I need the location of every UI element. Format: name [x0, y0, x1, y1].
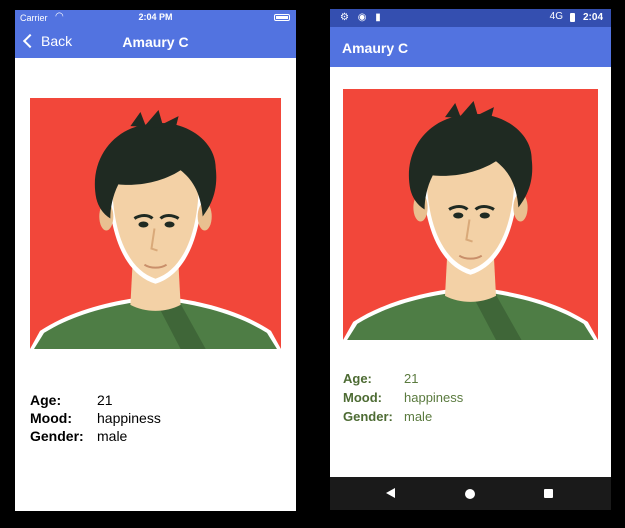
mood-row: Mood: happiness	[30, 409, 161, 427]
age-label: Age:	[30, 392, 62, 408]
ios-status-bar: Carrier ◠ 2:04 PM	[15, 10, 296, 26]
battery-icon	[274, 14, 290, 21]
mood-value: happiness	[97, 410, 161, 426]
android-app-bar: Amaury C	[330, 27, 611, 67]
page-title: Amaury C	[342, 40, 409, 56]
gender-row: Gender: male	[343, 407, 463, 426]
age-label: Age:	[343, 371, 372, 386]
home-icon[interactable]	[450, 477, 490, 510]
person-details: Age: 21 Mood: happiness Gender: male	[30, 391, 161, 445]
gender-value: male	[97, 428, 128, 444]
gender-label: Gender:	[343, 409, 393, 424]
gender-value: male	[404, 409, 433, 424]
recents-icon[interactable]	[529, 477, 569, 510]
android-status-bar: ⚙ ◉ ▮ 4G 2:04	[330, 9, 611, 27]
back-icon[interactable]	[370, 477, 410, 510]
ios-navigation-bar: Back Amaury C	[15, 26, 296, 58]
gender-label: Gender:	[30, 428, 84, 444]
gender-row: Gender: male	[30, 427, 161, 445]
person-details: Age: 21 Mood: happiness Gender: male	[343, 369, 463, 426]
age-row: Age: 21	[30, 391, 161, 409]
mood-row: Mood: happiness	[343, 388, 463, 407]
battery-icon	[570, 13, 575, 22]
network-icon: 4G	[549, 11, 563, 22]
android-navigation-bar	[330, 477, 611, 510]
portrait-illustration	[343, 89, 598, 340]
profile-photo	[343, 89, 598, 340]
android-screen: ⚙ ◉ ▮ 4G 2:04 Amaury C Age: 21 Mood: hap…	[330, 9, 611, 510]
age-value: 21	[97, 392, 113, 408]
age-value: 21	[404, 371, 419, 386]
mood-value: happiness	[404, 390, 464, 405]
profile-photo	[30, 98, 281, 349]
portrait-illustration	[30, 98, 281, 349]
ios-screen: Carrier ◠ 2:04 PM Back Amaury C Age: 21 …	[15, 10, 296, 511]
notification-icons: ⚙ ◉ ▮	[340, 12, 384, 23]
age-row: Age: 21	[343, 369, 463, 388]
status-time: 2:04 PM	[138, 12, 173, 22]
status-time: 2:04	[582, 12, 603, 23]
mood-label: Mood:	[30, 410, 72, 426]
page-title: Amaury C	[122, 34, 189, 50]
mood-label: Mood:	[343, 390, 382, 405]
